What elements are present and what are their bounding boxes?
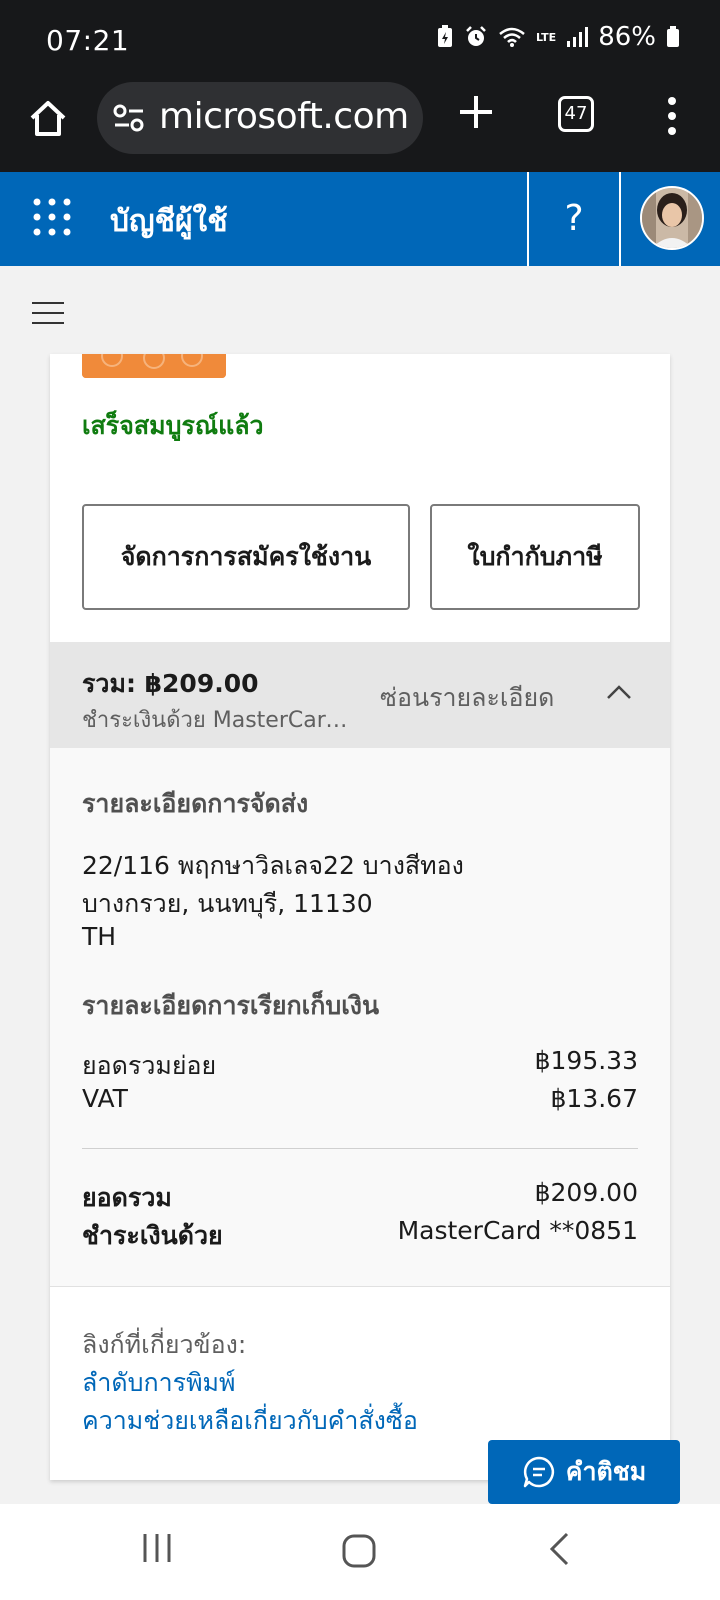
profile-photo [642, 188, 702, 248]
summary-payment-method: ชำระเงินด้วย MasterCard **0851 [82, 708, 352, 733]
tax-invoice-button[interactable]: ใบกำกับภาษี [430, 504, 640, 610]
signal-icon [567, 27, 589, 47]
avatar[interactable] [640, 186, 704, 250]
menu-icon[interactable] [32, 302, 64, 324]
subtotal-value: ฿195.33 [534, 1046, 638, 1075]
order-help-link[interactable]: ความช่วยเหลือเกี่ยวกับคำสั่งซื้อ [82, 1401, 418, 1441]
feedback-button[interactable]: คำติชม [488, 1440, 680, 1504]
hide-details-link[interactable]: ซ่อนรายละเอียด [380, 678, 554, 718]
help-button[interactable]: ? [527, 172, 621, 266]
total-value: ฿209.00 [534, 1178, 638, 1207]
billing-details-heading: รายละเอียดการเรียกเก็บเงิน [82, 991, 380, 1020]
related-links-label: ลิงก์ที่เกี่ยวข้อง: [82, 1330, 247, 1359]
order-status: เสร็จสมบูรณ์แล้ว [82, 411, 264, 440]
vat-value: ฿13.67 [550, 1084, 638, 1113]
divider [82, 1148, 638, 1149]
status-bar: 07:21 LTE 86% [0, 0, 720, 82]
back-icon[interactable] [548, 1532, 570, 1566]
order-card: เสร็จสมบูรณ์แล้ว จัดการการสมัครใช้งาน ใบ… [50, 354, 670, 1480]
payment-method-label: ชำระเงินด้วย [82, 1221, 223, 1250]
manage-subscription-button[interactable]: จัดการการสมัครใช้งาน [82, 504, 410, 610]
shipping-details-heading: รายละเอียดการจัดส่ง [82, 789, 309, 818]
home-icon[interactable] [26, 96, 70, 140]
account-header: บัญชีผู้ใช้ ? [0, 172, 720, 266]
site-settings-icon[interactable] [113, 104, 145, 132]
address-bar[interactable]: microsoft.com [97, 82, 423, 154]
system-navigation-bar [0, 1504, 720, 1600]
page-title[interactable]: บัญชีผู้ใช้ [110, 198, 228, 245]
lte-icon: LTE [535, 30, 557, 44]
payment-method-value: MasterCard **0851 [397, 1216, 638, 1245]
chat-icon [523, 1456, 554, 1488]
alarm-icon [466, 26, 486, 46]
subtotal-label: ยอดรวมย่อย [82, 1051, 217, 1080]
app-launcher-icon[interactable] [32, 197, 72, 237]
total-label: ยอดรวม [82, 1183, 172, 1212]
vat-label: VAT [82, 1084, 128, 1113]
order-summary-toggle[interactable]: รวม: ฿209.00 ชำระเงินด้วย MasterCard **0… [50, 642, 670, 748]
clock: 07:21 [46, 24, 130, 57]
recent-apps-icon[interactable] [141, 1532, 173, 1564]
browser-toolbar: microsoft.com 47 [0, 82, 720, 172]
tab-switcher-button[interactable]: 47 [558, 96, 594, 132]
address-line-2: บางกรวย, นนทบุรี, 11130 [82, 889, 373, 918]
home-nav-icon[interactable] [342, 1534, 376, 1568]
url-text: microsoft.com [159, 96, 409, 137]
address-line-1: 22/116 พฤกษาวิลเลจ22 บางสีทอง [82, 851, 464, 880]
print-order-link[interactable]: ลำดับการพิมพ์ [82, 1363, 236, 1403]
status-icons: LTE 86% [436, 22, 680, 52]
wifi-icon [499, 27, 525, 47]
battery-icon [667, 26, 679, 47]
product-image [82, 354, 226, 378]
summary-total: รวม: ฿209.00 [82, 669, 259, 698]
battery-saver-icon [437, 25, 452, 47]
battery-percent: 86% [598, 22, 656, 52]
more-options-icon[interactable] [664, 96, 680, 136]
address-country: TH [82, 922, 117, 951]
chevron-up-icon[interactable] [606, 684, 632, 700]
order-details: รายละเอียดการจัดส่ง 22/116 พฤกษาวิลเลจ22… [50, 748, 670, 1286]
new-tab-icon[interactable] [456, 92, 496, 132]
feedback-label: คำติชม [565, 1457, 647, 1486]
